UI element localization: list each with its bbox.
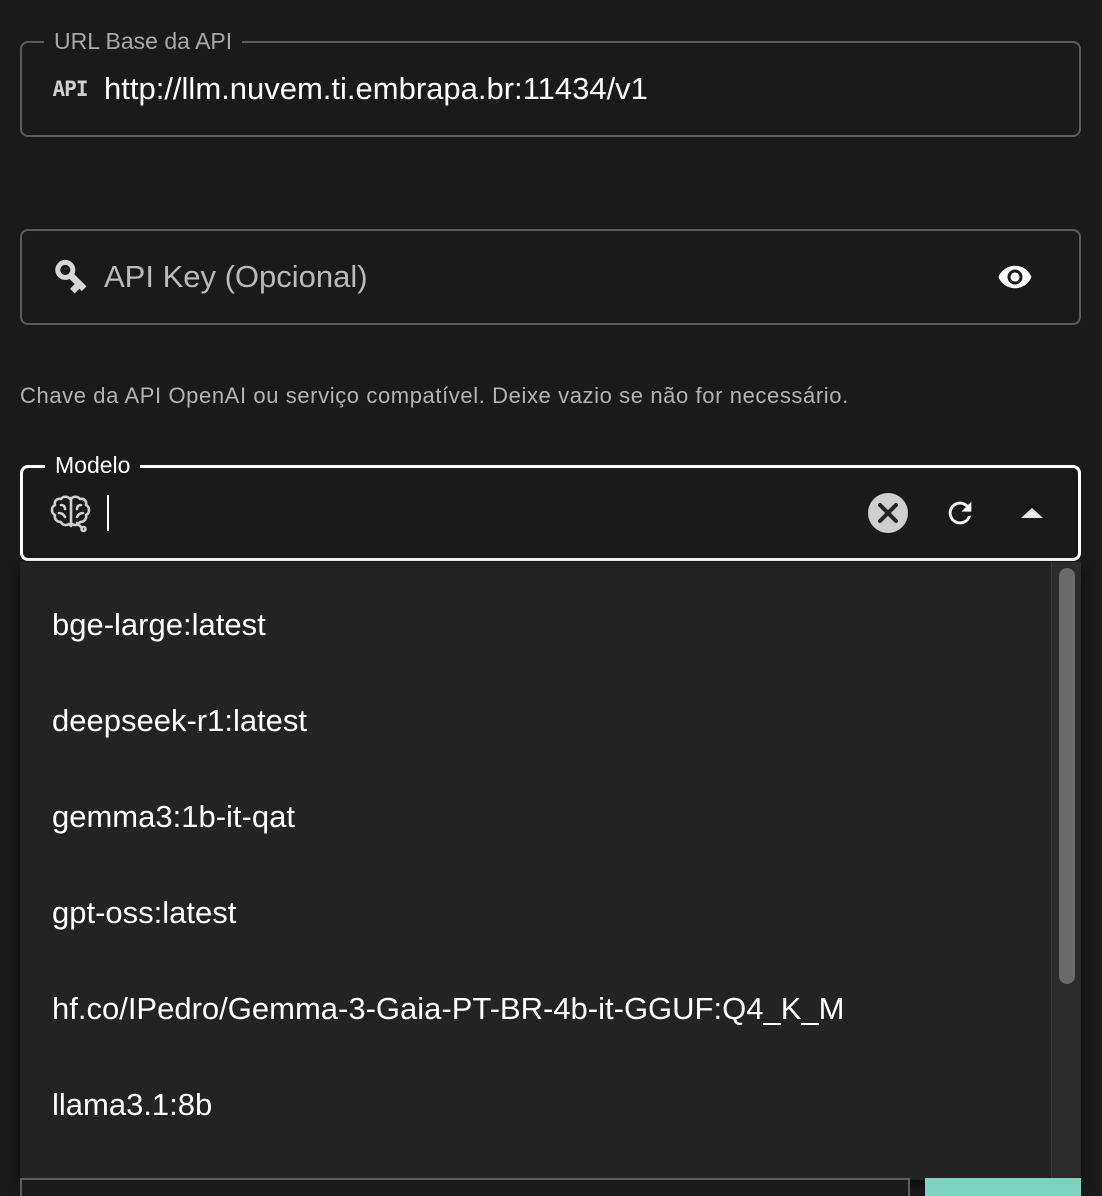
model-label: Modelo <box>45 452 141 478</box>
settings-panel: URL Base da API API http://llm.nuvem.ti.… <box>0 0 1102 1196</box>
model-option[interactable]: gemma3:1b-it-qat <box>52 799 295 835</box>
model-field[interactable]: Modelo <box>20 452 1081 561</box>
hidden-field-edge <box>20 1178 910 1196</box>
model-option[interactable]: llama3.1:8b <box>52 1087 212 1123</box>
model-option[interactable]: hf.co/IPedro/Gemma-3-Gaia-PT-BR-4b-it-GG… <box>52 991 844 1027</box>
api-url-label: URL Base da API <box>44 28 243 54</box>
model-option[interactable]: bge-large:latest <box>52 607 266 643</box>
api-key-helper-text: Chave da API OpenAI ou serviço compatíve… <box>20 383 849 408</box>
model-dropdown-list[interactable]: bge-large:latest deepseek-r1:latest gemm… <box>20 562 1081 1180</box>
eye-icon[interactable] <box>987 249 1043 305</box>
api-icon: API <box>48 67 92 111</box>
hidden-button-edge[interactable] <box>925 1178 1081 1196</box>
model-option[interactable]: deepseek-r1:latest <box>52 703 307 739</box>
key-icon <box>48 255 92 299</box>
api-key-input[interactable]: API Key (Opcional) <box>104 259 987 295</box>
api-icon-text: API <box>52 77 89 101</box>
model-option[interactable]: gpt-oss:latest <box>52 895 236 931</box>
arrow-up-icon[interactable] <box>1006 487 1058 539</box>
api-url-input[interactable]: http://llm.nuvem.ti.embrapa.br:11434/v1 <box>104 71 648 107</box>
api-url-field[interactable]: URL Base da API API http://llm.nuvem.ti.… <box>20 28 1081 137</box>
brain-icon <box>49 491 93 535</box>
scrollbar-thumb[interactable] <box>1059 568 1075 984</box>
text-caret <box>107 495 109 531</box>
api-key-field[interactable]: API Key (Opcional) <box>20 229 1081 325</box>
dropdown-scrollbar[interactable] <box>1051 562 1081 1180</box>
refresh-icon[interactable] <box>934 487 986 539</box>
clear-icon[interactable] <box>862 487 914 539</box>
